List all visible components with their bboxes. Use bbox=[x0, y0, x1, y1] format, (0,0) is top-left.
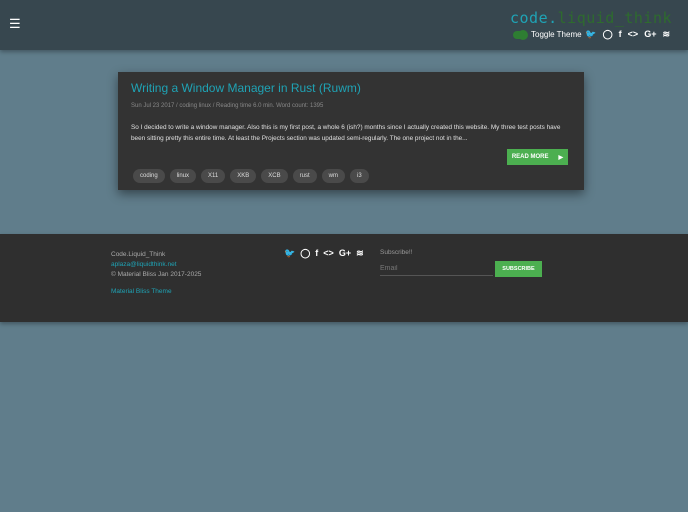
post-excerpt: So I decided to write a window manager. … bbox=[131, 124, 561, 142]
logo-dot: . bbox=[548, 9, 558, 27]
google-plus-icon[interactable]: G+ bbox=[339, 248, 351, 259]
rss-icon[interactable]: ≋ bbox=[356, 248, 364, 259]
tag-chip[interactable]: X11 bbox=[201, 169, 226, 183]
tag-chip[interactable]: coding bbox=[133, 169, 165, 183]
twitter-icon[interactable]: 🐦 bbox=[585, 29, 596, 40]
github-icon[interactable]: ◯ bbox=[300, 248, 310, 259]
footer-email-link[interactable]: aplaza@liquidthink.net bbox=[111, 260, 201, 270]
google-plus-icon[interactable]: G+ bbox=[644, 29, 656, 40]
footer-site-name: Code.Liquid_Think bbox=[111, 251, 166, 258]
logo-part-code: code bbox=[510, 9, 549, 27]
logo-part-liquid-think: liquid_think bbox=[557, 9, 673, 27]
footer: Code.Liquid_Think aplaza@liquidthink.net… bbox=[0, 234, 688, 322]
toggle-switch[interactable] bbox=[513, 29, 528, 40]
tag-chip[interactable]: linux bbox=[169, 169, 197, 183]
site-logo[interactable]: code.liquid_think bbox=[510, 9, 672, 27]
email-input[interactable] bbox=[380, 261, 493, 276]
tag-chip[interactable]: i3 bbox=[349, 169, 369, 183]
read-more-button[interactable]: READ MORE ▶ bbox=[507, 149, 568, 165]
post-card: Writing a Window Manager in Rust (Ruwm) … bbox=[118, 72, 584, 190]
rss-icon[interactable]: ≋ bbox=[662, 29, 670, 40]
play-icon: ▶ bbox=[558, 154, 564, 161]
subscribe-label: Subscribe!! bbox=[380, 249, 413, 256]
theme-link[interactable]: Material Bliss Theme bbox=[111, 287, 201, 297]
footer-social-links: 🐦 ◯ f <> G+ ≋ bbox=[284, 248, 364, 259]
footer-info: Code.Liquid_Think aplaza@liquidthink.net… bbox=[111, 250, 201, 297]
footer-copyright: © Material Bliss Jan 2017-2025 bbox=[111, 271, 202, 278]
header: ☰ code.liquid_think Toggle Theme 🐦 ◯ f <… bbox=[0, 0, 688, 50]
code-icon[interactable]: <> bbox=[628, 29, 639, 40]
tag-chip[interactable]: XCB bbox=[261, 169, 288, 183]
post-title[interactable]: Writing a Window Manager in Rust (Ruwm) bbox=[131, 81, 571, 95]
tag-chip[interactable]: XKB bbox=[230, 169, 257, 183]
read-more-label: READ MORE bbox=[511, 154, 549, 160]
subscribe-button[interactable]: SUBSCRIBE bbox=[495, 261, 542, 277]
twitter-icon[interactable]: 🐦 bbox=[284, 248, 295, 259]
github-icon[interactable]: ◯ bbox=[603, 29, 613, 40]
facebook-icon[interactable]: f bbox=[619, 29, 622, 40]
tag-chip[interactable]: rust bbox=[292, 169, 317, 183]
code-icon[interactable]: <> bbox=[323, 248, 334, 259]
tag-chip[interactable]: wm bbox=[321, 169, 345, 183]
header-social-links: 🐦 ◯ f <> G+ ≋ bbox=[585, 29, 670, 40]
toggle-theme[interactable]: Toggle Theme bbox=[513, 29, 582, 40]
toggle-theme-label: Toggle Theme bbox=[531, 30, 582, 39]
facebook-icon[interactable]: f bbox=[315, 248, 318, 259]
menu-icon[interactable]: ☰ bbox=[9, 16, 21, 32]
post-meta: Sun Jul 23 2017 / coding linux / Reading… bbox=[131, 103, 324, 109]
tag-list: coding linux X11 XKB XCB rust wm i3 bbox=[133, 169, 369, 183]
